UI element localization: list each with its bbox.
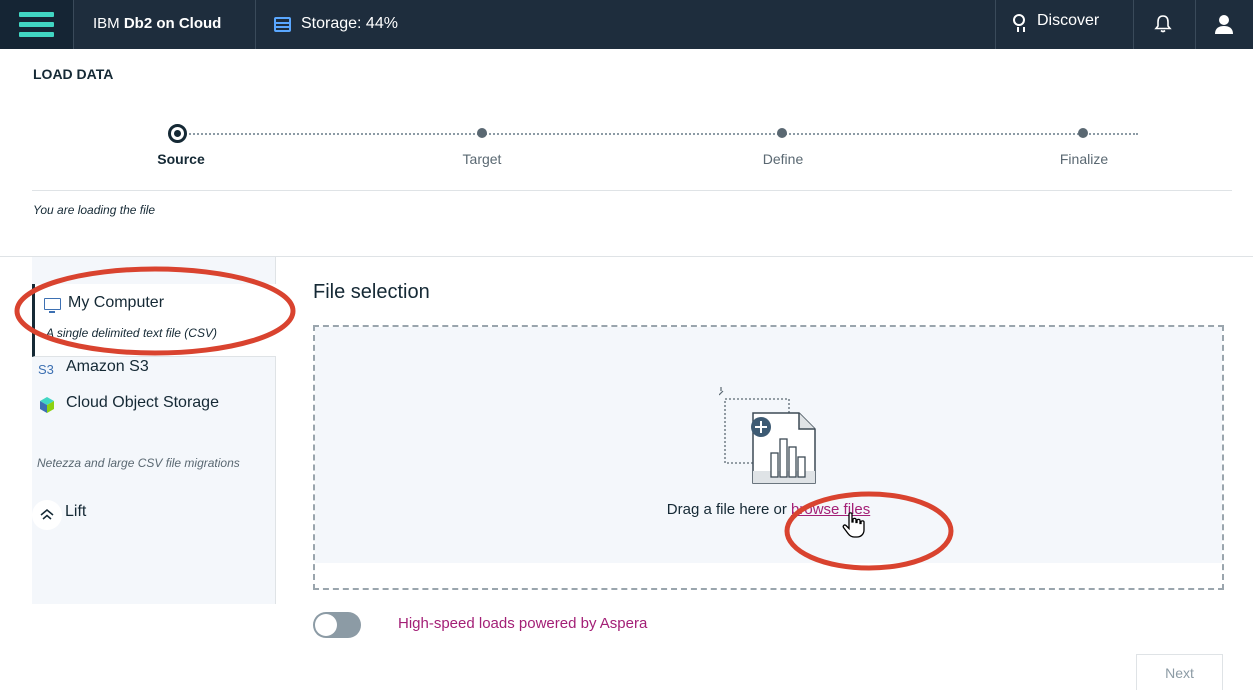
user-icon[interactable] (1213, 13, 1235, 35)
drop-instructions: Drag a file here or browse files (315, 501, 1222, 518)
hand-cursor-icon (842, 512, 865, 538)
bell-icon[interactable] (1153, 14, 1173, 34)
step-define-label[interactable]: Define (763, 151, 803, 167)
step-target-label[interactable]: Target (463, 151, 502, 167)
discover-label: Discover (1037, 12, 1100, 29)
source-lift[interactable]: Lift (32, 498, 276, 532)
source-amazon-s3[interactable]: S3 Amazon S3 (32, 357, 276, 387)
discover-button[interactable]: Discover (996, 0, 1122, 49)
source-label: Cloud Object Storage (66, 394, 219, 411)
storage-usage[interactable]: Storage: 44% (301, 15, 398, 33)
source-label: Amazon S3 (66, 358, 149, 375)
topbar-divider (1195, 0, 1196, 49)
brand-name: Db2 on Cloud (123, 15, 222, 32)
menu-icon-bar (19, 22, 54, 27)
source-cloud-object-storage[interactable]: Cloud Object Storage (32, 391, 276, 423)
next-button[interactable]: Next (1136, 654, 1223, 690)
loading-description: You are loading the file (33, 203, 156, 217)
menu-icon-bar (19, 32, 54, 37)
chevron-up-double-icon (40, 509, 54, 520)
file-upload-illustration (719, 387, 816, 484)
product-title: IBM Db2 on Cloud (93, 15, 221, 32)
step-source-marker[interactable] (168, 124, 187, 143)
file-dropzone[interactable]: Drag a file here or browse files (313, 325, 1224, 590)
source-my-computer[interactable]: My Computer A single delimited text file… (32, 284, 276, 357)
progress-track (178, 133, 1138, 135)
drop-prefix: Drag a file here or (666, 501, 792, 518)
lightbulb-icon (1013, 14, 1025, 32)
topbar-divider (255, 0, 256, 49)
s3-icon: S3 (38, 362, 54, 377)
menu-button[interactable] (0, 0, 74, 49)
step-finalize-marker[interactable] (1078, 128, 1088, 138)
step-finalize-label[interactable]: Finalize (1060, 151, 1108, 167)
step-define-marker[interactable] (777, 128, 787, 138)
source-label: Lift (65, 503, 87, 520)
step-target-marker[interactable] (477, 128, 487, 138)
migration-note: Netezza and large CSV file migrations (37, 456, 240, 470)
toggle-knob (315, 614, 337, 636)
progress-indicator: Source Target Define Finalize (32, 118, 1232, 188)
aspera-toggle[interactable] (313, 612, 361, 638)
brand-prefix: IBM (93, 15, 124, 32)
storage-icon (274, 17, 291, 32)
menu-icon (19, 12, 54, 17)
file-selection-title: File selection (313, 281, 430, 303)
top-navigation-bar: IBM Db2 on Cloud Storage: 44% Discover (0, 0, 1253, 49)
monitor-icon (44, 298, 61, 313)
topbar-divider (1133, 0, 1134, 49)
step-source-label[interactable]: Source (157, 151, 204, 167)
page-title: LOAD DATA (33, 66, 114, 82)
source-description: A single delimited text file (CSV) (46, 326, 217, 340)
aspera-label[interactable]: High-speed loads powered by Aspera (398, 615, 647, 632)
dropzone-area: Drag a file here or browse files (315, 327, 1222, 563)
divider (32, 190, 1232, 191)
cube-icon (40, 397, 54, 413)
source-list: My Computer A single delimited text file… (32, 257, 276, 604)
source-label: My Computer (68, 294, 165, 311)
